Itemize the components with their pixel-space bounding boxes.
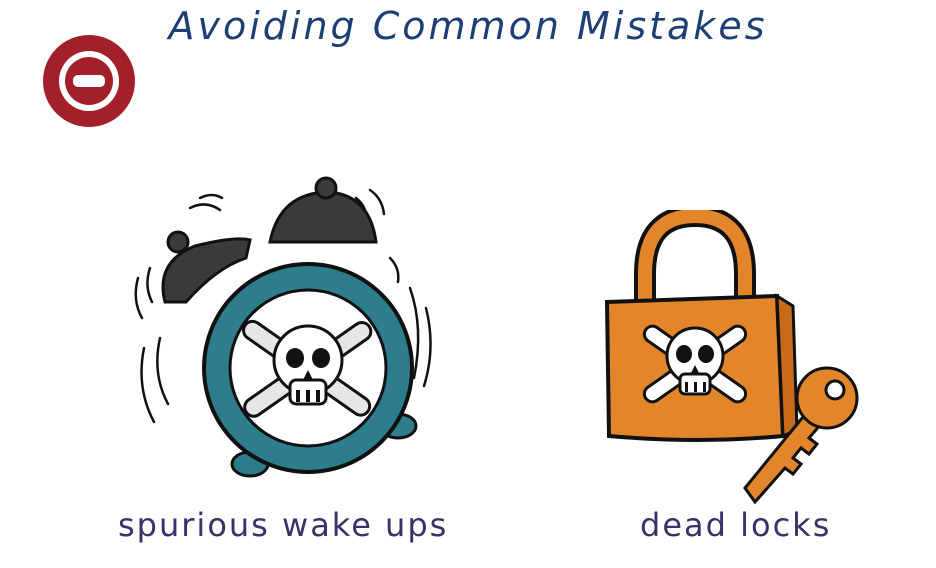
page-title: Avoiding Common Mistakes [168,4,768,48]
padlock-skull-icon [604,210,859,505]
stop-icon [43,35,135,127]
alarm-clock-skull-icon [134,176,432,478]
caption-dead-locks: dead locks [640,506,832,544]
caption-spurious-wake-ups: spurious wake ups [118,506,449,544]
